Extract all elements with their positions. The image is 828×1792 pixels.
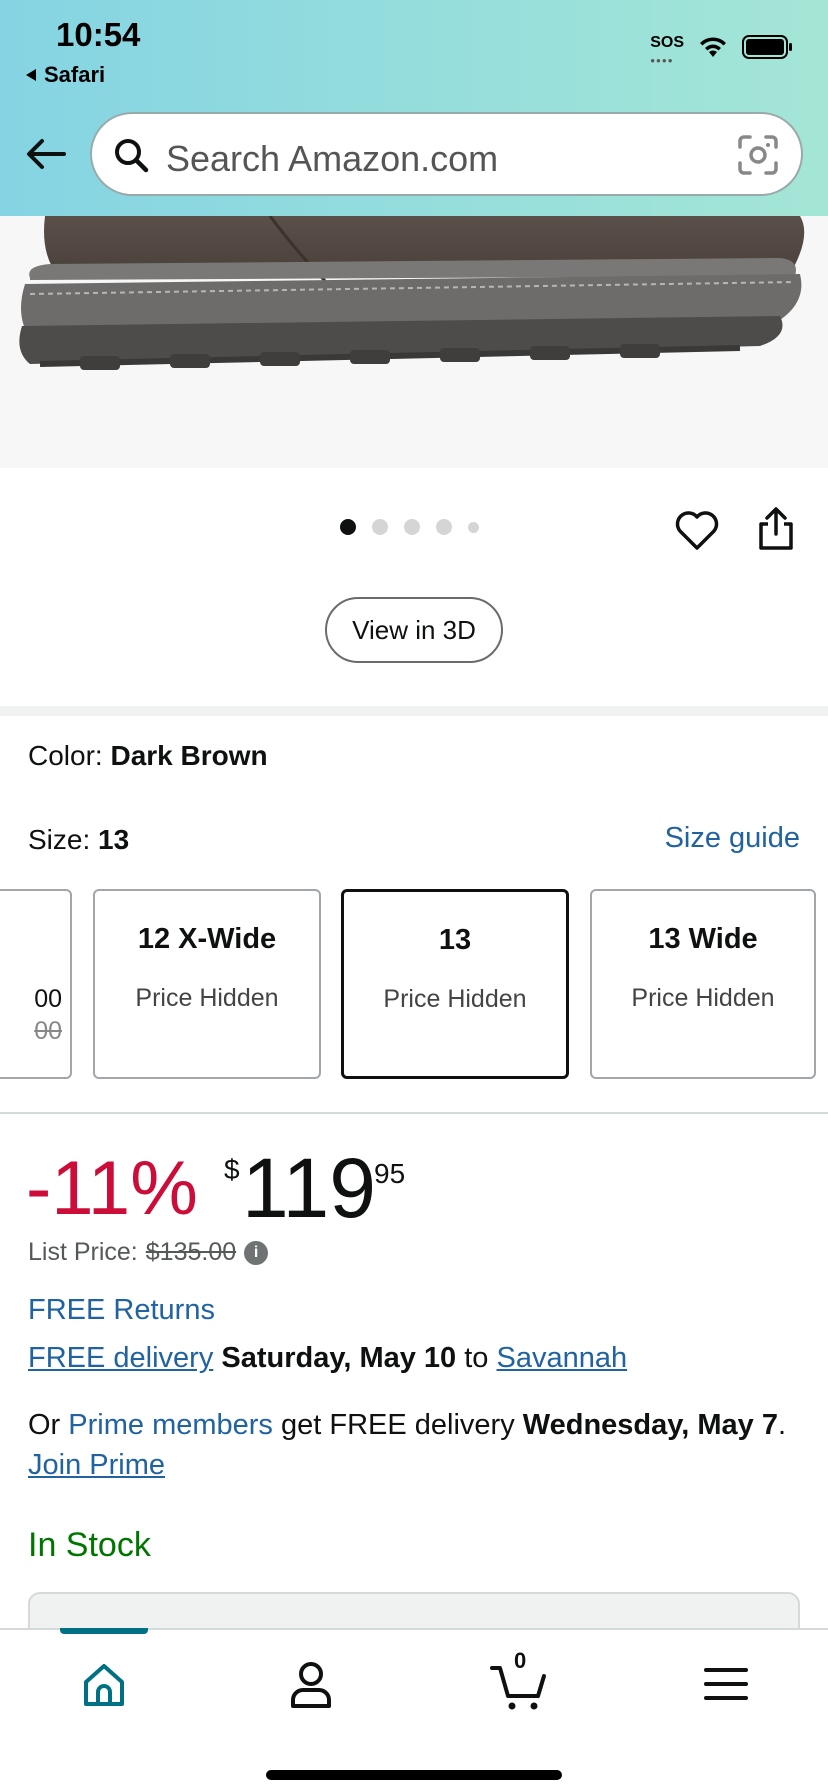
size-option-partial[interactable]: 00 00 [0,889,72,1079]
stock-status: In Stock [28,1526,151,1564]
back-triangle-icon [26,69,36,81]
delivery-info: FREE delivery Saturday, May 10 to Savann… [28,1342,627,1375]
signal-dots-icon: ●●●● [650,56,674,65]
list-price-label: List Price: [28,1238,138,1266]
carousel-dots[interactable] [340,519,479,535]
list-price: List Price: $135.00 i [28,1238,269,1267]
share-icon[interactable] [756,506,796,552]
prime-period: . [777,1409,787,1441]
bottom-nav: 0 [0,1628,828,1792]
search-icon [115,139,149,173]
color-selection: Color: Dark Brown [28,740,268,772]
price-currency: $ [224,1154,240,1185]
camera-search-icon[interactable] [737,134,779,176]
size-label: Size: [28,824,99,855]
section-divider [0,706,828,716]
size-option-name: 13 [438,924,472,956]
prime-mid: get FREE delivery [272,1409,523,1441]
battery-icon [742,35,792,59]
size-option-price: Price Hidden [383,985,527,1013]
status-indicators: SOS ●●●● [650,34,794,65]
size-option-price: 00 [34,985,62,1013]
join-prime-link[interactable]: Join Prime [28,1449,165,1481]
price-divider [0,1112,828,1114]
search-input[interactable]: Search Amazon.com [166,138,498,180]
prime-delivery-info: Or Prime members get FREE delivery Wedne… [28,1405,798,1485]
status-time: 10:54 [56,16,141,53]
back-app-label: Safari [44,62,106,87]
carousel-dot-5[interactable] [468,521,479,533]
product-image[interactable] [0,216,828,468]
info-icon[interactable]: i [244,1240,269,1265]
home-indicator [266,1770,562,1780]
color-label: Color: [28,740,111,771]
account-icon[interactable] [281,1654,341,1714]
size-option-13-wide[interactable]: 13 Wide Price Hidden [590,889,816,1079]
sos-label: SOS [650,34,684,51]
size-value: 13 [98,824,130,855]
list-price-value: $135.00 [145,1238,237,1266]
sos-indicator: SOS ●●●● [650,34,684,65]
back-to-safari[interactable]: Safari [24,62,105,88]
price-whole: 119 [242,1141,376,1235]
carousel-dot-3[interactable] [404,519,420,535]
size-option-price: Price Hidden [135,984,279,1012]
prime-delivery-date: Wednesday, May 7 [522,1409,778,1441]
heart-icon[interactable] [674,508,720,552]
prime-prefix: Or [28,1409,69,1441]
size-option-12-x-wide[interactable]: 12 X-Wide Price Hidden [93,889,321,1079]
carousel-dot-2[interactable] [372,519,388,535]
color-value: Dark Brown [110,740,268,771]
view-in-3d-button[interactable]: View in 3D [325,597,503,663]
size-option-name: 12 X-Wide [137,923,277,955]
delivery-to: to [464,1342,489,1374]
boot-image [19,216,805,370]
size-selection: Size: 13 [28,824,129,856]
size-option-price: Price Hidden [631,984,775,1012]
size-option-strike-price: 00 [34,1017,62,1045]
carousel-dot-1[interactable] [340,519,356,535]
menu-icon[interactable] [696,1654,756,1714]
delivery-date: Saturday, May 10 [221,1342,457,1374]
size-guide-link[interactable]: Size guide [665,822,800,855]
back-arrow-icon[interactable] [22,130,70,178]
cart-count: 0 [514,1648,527,1673]
nav-active-indicator [60,1628,148,1634]
header: 10:54 Safari SOS ●●●● Search Amazon.com [0,0,828,216]
size-option-13[interactable]: 13 Price Hidden [341,889,569,1079]
free-returns-link[interactable]: FREE Returns [28,1294,215,1327]
discount-percent: -11% [26,1146,198,1231]
home-icon[interactable] [74,1654,134,1714]
wifi-icon [700,37,726,57]
search-bar[interactable]: Search Amazon.com [90,112,803,196]
size-option-name: 13 Wide [648,923,758,955]
free-delivery-link[interactable]: FREE delivery [28,1342,213,1374]
carousel-dot-4[interactable] [436,519,452,535]
prime-members-link[interactable]: Prime members [68,1409,273,1441]
price-fraction: 95 [374,1158,406,1189]
delivery-location-link[interactable]: Savannah [497,1342,628,1374]
